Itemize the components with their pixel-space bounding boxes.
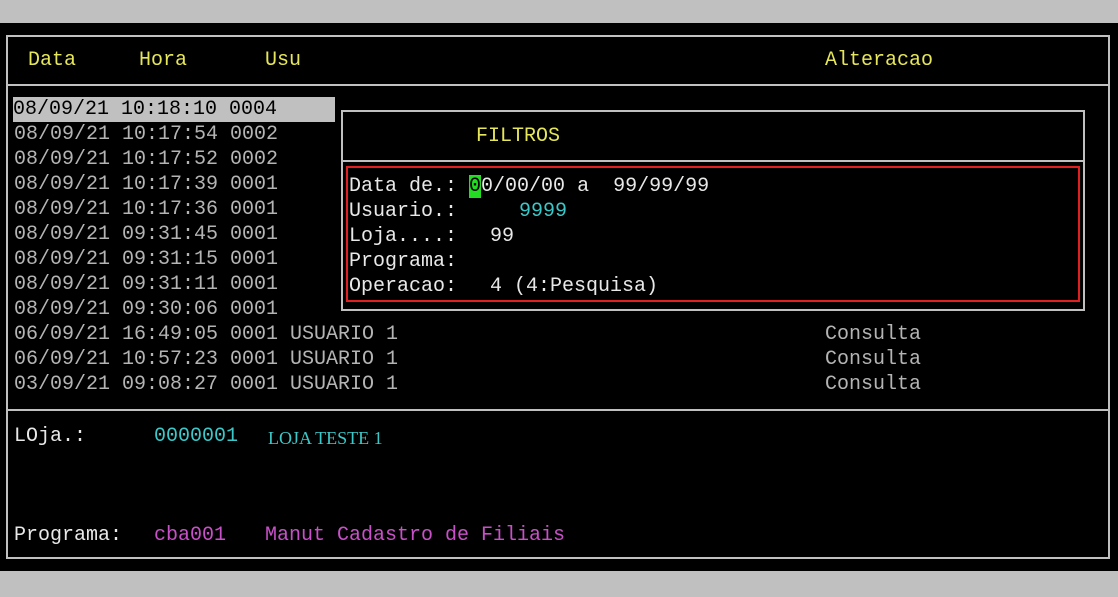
log-row-alteracao: Consulta — [825, 323, 922, 346]
filter-dialog: FILTROS Data de.: 00/00/00 a 99/99/99 Us… — [341, 110, 1085, 311]
log-row[interactable]: 08/09/21 10:17:36 0001 — [14, 197, 278, 222]
log-row[interactable]: 03/09/21 09:08:27 0001 USUARIO 1 — [14, 372, 398, 397]
log-row[interactable]: 08/09/21 10:17:39 0001 — [14, 172, 278, 197]
header-hora: Hora — [139, 49, 188, 72]
log-row[interactable]: 08/09/21 09:31:45 0001 — [14, 222, 278, 247]
log-row-alteracao: Consulta — [825, 348, 922, 371]
date-separator: a — [565, 175, 614, 198]
programa-code: cba001 — [154, 524, 227, 547]
loja-name: LOJA TESTE 1 — [268, 428, 383, 448]
header-data: Data — [28, 49, 77, 72]
operacao-label: Operacao: — [349, 275, 458, 298]
programa-filter-label: Programa: — [349, 250, 458, 273]
loja-code: 0000001 — [154, 425, 239, 448]
usuario-label: Usuario.: — [349, 200, 458, 223]
date-from-input[interactable]: 0/00/00 — [481, 175, 565, 198]
date-label: Data de.: — [349, 175, 470, 198]
log-row[interactable]: 08/09/21 10:17:52 0002 — [14, 147, 278, 172]
loja-label: LOja.: — [14, 425, 87, 448]
list-divider — [6, 409, 1110, 411]
terminal-screen: Data Hora Usu Alteracao 08/09/21 10:18:1… — [0, 23, 1118, 571]
log-row[interactable]: 08/09/21 09:31:15 0001 — [14, 247, 278, 272]
log-row[interactable]: 06/09/21 10:57:23 0001 USUARIO 1 — [14, 347, 398, 372]
log-row[interactable]: 08/09/21 10:17:54 0002 — [14, 122, 278, 147]
operacao-input[interactable]: 4 (4:Pesquisa) — [490, 274, 658, 299]
header-alteracao: Alteracao — [825, 49, 934, 72]
usuario-input[interactable]: 9999 — [519, 199, 567, 224]
log-row-selected[interactable]: 08/09/21 10:18:10 0004 — [13, 97, 335, 122]
loja-filter-input[interactable]: 99 — [490, 224, 514, 249]
header-usu: Usu — [265, 49, 302, 72]
log-row-alteracao: Consulta — [825, 373, 922, 396]
date-from-input-cursor[interactable]: 0 — [469, 175, 482, 198]
header-divider — [6, 84, 1110, 86]
log-row[interactable]: 08/09/21 09:31:11 0001 — [14, 272, 278, 297]
loja-filter-label: Loja....: — [349, 225, 458, 248]
filter-date-row: Data de.: 00/00/00 a 99/99/99 — [349, 174, 709, 199]
filter-title: FILTROS — [476, 125, 561, 148]
log-row[interactable]: 06/09/21 16:49:05 0001 USUARIO 1 — [14, 322, 398, 347]
programa-desc: Manut Cadastro de Filiais — [265, 524, 566, 547]
log-row[interactable]: 08/09/21 09:30:06 0001 — [14, 297, 278, 322]
programa-label: Programa: — [14, 524, 123, 547]
filter-divider — [343, 160, 1083, 162]
date-to-input[interactable]: 99/99/99 — [613, 175, 709, 198]
